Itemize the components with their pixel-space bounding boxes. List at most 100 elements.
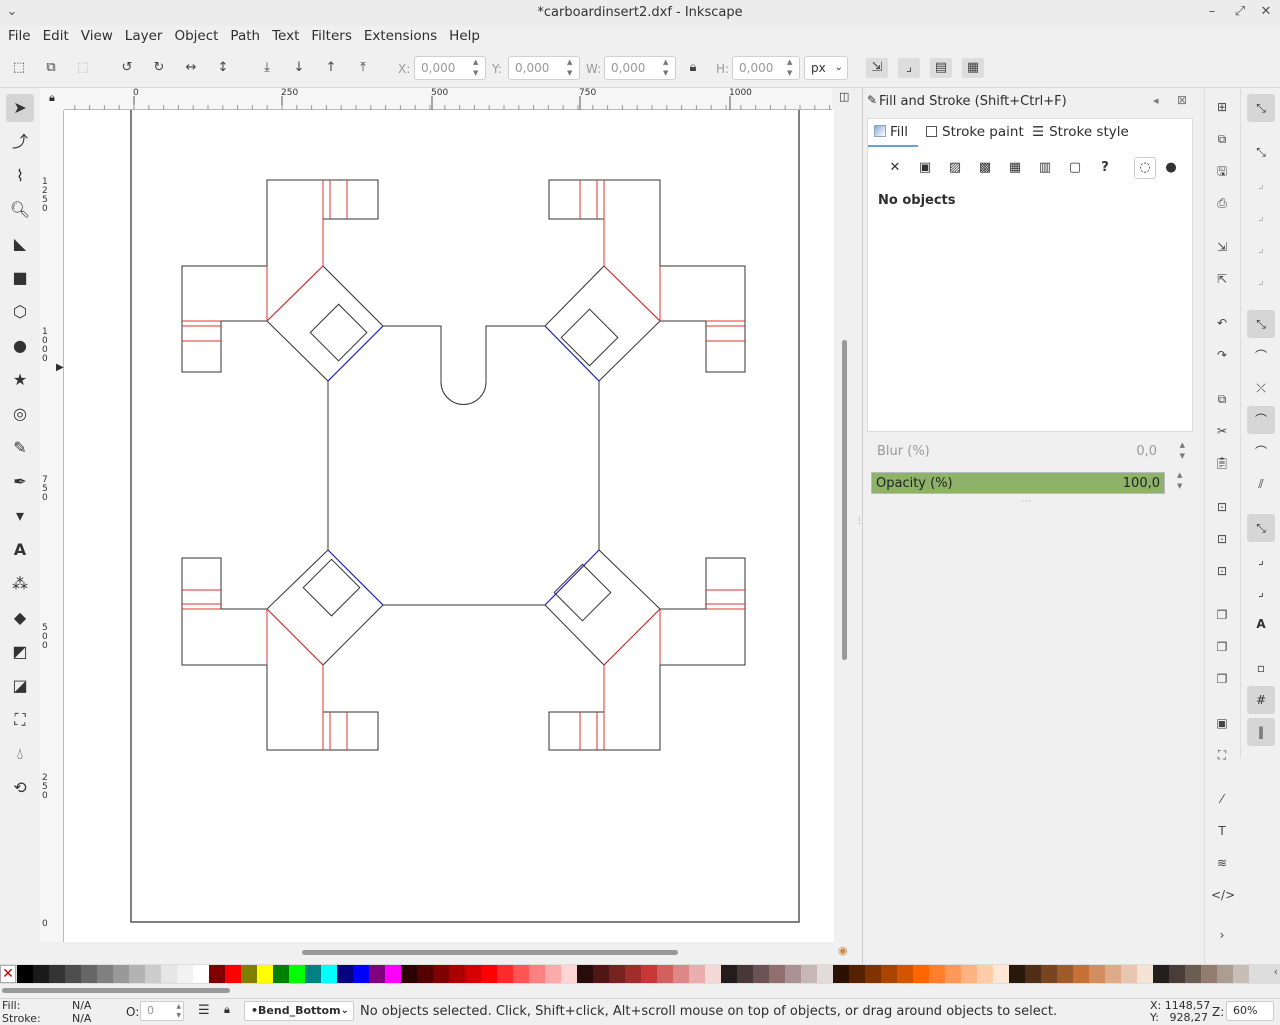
x-field[interactable]: 0,000 ▲ ▼ bbox=[414, 56, 486, 80]
palette-swatch[interactable] bbox=[961, 965, 977, 983]
export-icon[interactable]: ⇱ bbox=[1211, 268, 1233, 290]
opacity-o-field[interactable]: 0 ▲ ▼ bbox=[140, 1001, 184, 1021]
snap-intersections-icon[interactable]: ⤫ bbox=[1247, 374, 1275, 402]
snap-bbox-centers-icon[interactable]: ⌟ bbox=[1247, 266, 1275, 294]
mesh-tool-icon[interactable]: ⛶ bbox=[6, 706, 34, 734]
eraser-tool-icon[interactable]: ◆ bbox=[6, 604, 34, 632]
calligraphy-tool-icon[interactable]: ▾ bbox=[6, 502, 34, 530]
o-spin-icon[interactable]: ▲ ▼ bbox=[176, 1002, 181, 1020]
blur-row[interactable]: Blur (%) 0,0 ▲ ▼ bbox=[867, 440, 1193, 464]
palette-swatch[interactable] bbox=[1073, 965, 1089, 983]
w-spin-arrows-icon[interactable]: ▲ ▼ bbox=[663, 57, 673, 79]
x-spin-arrows-icon[interactable]: ▲ ▼ bbox=[473, 57, 483, 79]
drawing-canvas[interactable] bbox=[64, 110, 834, 942]
w-field[interactable]: 0,000 ▲ ▼ bbox=[604, 56, 676, 80]
radial-gradient-icon[interactable]: ▩ bbox=[976, 159, 994, 177]
rectangle-tool-icon[interactable]: ■ bbox=[6, 264, 34, 292]
zoom-drawing-icon[interactable]: ⊡ bbox=[1211, 528, 1233, 550]
tweak-tool-icon[interactable]: ⌇ bbox=[6, 162, 34, 190]
palette-swatch[interactable] bbox=[401, 965, 417, 983]
minimize-icon[interactable]: – bbox=[1200, 0, 1224, 26]
palette-swatch[interactable] bbox=[321, 965, 337, 983]
zoom-page-icon[interactable]: ⊡ bbox=[1211, 560, 1233, 582]
cut-icon[interactable]: ✂ bbox=[1211, 420, 1233, 442]
tab-stroke-style[interactable]: ☰ Stroke style bbox=[1032, 119, 1129, 145]
flip-vertical-icon[interactable]: ↕ bbox=[212, 58, 234, 78]
snap-others-icon[interactable]: ⤡ bbox=[1247, 514, 1275, 542]
palette-swatch[interactable] bbox=[913, 965, 929, 983]
snap-line-midpoints-icon[interactable]: ⫽ bbox=[1247, 470, 1275, 498]
palette-swatch[interactable] bbox=[273, 965, 289, 983]
snap-smooth-nodes-icon[interactable]: ⌒ bbox=[1247, 438, 1275, 466]
group-icon[interactable]: ▣ bbox=[1211, 712, 1233, 734]
clone-icon[interactable]: ❐ bbox=[1211, 636, 1233, 658]
lock-ratio-icon[interactable]: 🔒︎ bbox=[682, 58, 704, 78]
palette-scrollbar[interactable] bbox=[0, 984, 1280, 998]
snap-bbox-edges-icon[interactable]: ⌟ bbox=[1247, 170, 1275, 198]
pattern-icon[interactable]: ▥ bbox=[1036, 159, 1054, 177]
spiral-tool-icon[interactable]: ◎ bbox=[6, 400, 34, 428]
ungroup-icon[interactable]: ⛶ bbox=[1211, 744, 1233, 766]
pen-tool-icon[interactable]: ✒ bbox=[6, 468, 34, 496]
palette-swatch[interactable] bbox=[753, 965, 769, 983]
palette-swatch[interactable] bbox=[801, 965, 817, 983]
rotate-cw-icon[interactable]: ↻ bbox=[148, 58, 170, 78]
palette-swatch[interactable] bbox=[497, 965, 513, 983]
no-color-swatch-icon[interactable]: ✕ bbox=[0, 965, 16, 983]
layers-icon[interactable]: ≋ bbox=[1211, 852, 1233, 874]
snap-page-border-icon[interactable]: ▫ bbox=[1247, 654, 1275, 682]
palette-swatch[interactable] bbox=[641, 965, 657, 983]
dialog-undock-icon[interactable]: ◂ bbox=[1153, 94, 1159, 107]
dropper-tool-icon[interactable]: 💧︎ bbox=[6, 740, 34, 768]
menu-file[interactable]: File bbox=[0, 26, 37, 46]
palette-swatch[interactable] bbox=[417, 965, 433, 983]
palette-swatch[interactable] bbox=[481, 965, 497, 983]
palette-swatch[interactable] bbox=[113, 965, 129, 983]
snap-cusp-nodes-icon[interactable]: ⌒ bbox=[1247, 406, 1275, 434]
no-paint-icon[interactable]: ✕ bbox=[886, 159, 904, 177]
snap-guides-icon[interactable]: ‖ bbox=[1247, 718, 1275, 746]
redo-icon[interactable]: ↷ bbox=[1211, 344, 1233, 366]
palette-swatch[interactable] bbox=[529, 965, 545, 983]
text-tool-icon[interactable]: A bbox=[6, 536, 34, 564]
h-field[interactable]: 0,000 ▲ ▼ bbox=[732, 56, 800, 80]
palette-swatch[interactable] bbox=[721, 965, 737, 983]
palette-swatch[interactable] bbox=[945, 965, 961, 983]
palette-swatch[interactable] bbox=[849, 965, 865, 983]
palette-swatch[interactable] bbox=[561, 965, 577, 983]
palette-swatch[interactable] bbox=[65, 965, 81, 983]
expand-commands-icon[interactable]: › bbox=[1211, 924, 1233, 946]
opacity-spin-icon[interactable]: ▲ ▼ bbox=[1177, 470, 1182, 492]
snap-grid-icon[interactable]: # bbox=[1247, 686, 1275, 714]
palette-swatch[interactable] bbox=[305, 965, 321, 983]
palette-swatch[interactable] bbox=[705, 965, 721, 983]
save-icon[interactable]: 🖫 bbox=[1211, 160, 1233, 182]
layer-select[interactable]: •Bend_Bottom ⌄ bbox=[244, 1001, 354, 1021]
tab-fill[interactable]: Fill bbox=[874, 119, 908, 145]
snap-paths-icon[interactable]: ⌒ bbox=[1247, 342, 1275, 370]
text-font-icon[interactable]: T bbox=[1211, 820, 1233, 842]
palette-menu-icon[interactable]: ‹ bbox=[1274, 965, 1278, 978]
palette-swatch[interactable] bbox=[161, 965, 177, 983]
palette-swatch[interactable] bbox=[353, 965, 369, 983]
palette-swatch[interactable] bbox=[257, 965, 273, 983]
zoom-tool-icon[interactable]: 🔍︎ bbox=[6, 196, 34, 224]
palette-swatch[interactable] bbox=[129, 965, 145, 983]
selector-tool-icon[interactable]: ➤ bbox=[6, 94, 34, 122]
import-icon[interactable]: ⇲ bbox=[1211, 236, 1233, 258]
select-all-layers-icon[interactable]: ⧉ bbox=[40, 58, 62, 78]
palette-swatch[interactable] bbox=[49, 965, 65, 983]
menu-help[interactable]: Help bbox=[443, 26, 486, 46]
maximize-icon[interactable]: ⤢ bbox=[1228, 0, 1252, 26]
flat-color-icon[interactable]: ▣ bbox=[916, 159, 934, 177]
blur-spin-icon[interactable]: ▲ ▼ bbox=[1180, 440, 1185, 462]
palette-swatch[interactable] bbox=[769, 965, 785, 983]
palette-swatch[interactable] bbox=[929, 965, 945, 983]
gradient-tool-icon[interactable]: ◪ bbox=[6, 672, 34, 700]
toggle-panel-icon[interactable]: ◫ bbox=[839, 90, 849, 103]
open-document-icon[interactable]: ⧉ bbox=[1211, 128, 1233, 150]
palette-swatch[interactable] bbox=[465, 965, 481, 983]
palette-swatch[interactable] bbox=[737, 965, 753, 983]
palette-swatch[interactable] bbox=[177, 965, 193, 983]
unset-paint-icon[interactable]: ? bbox=[1096, 159, 1114, 177]
